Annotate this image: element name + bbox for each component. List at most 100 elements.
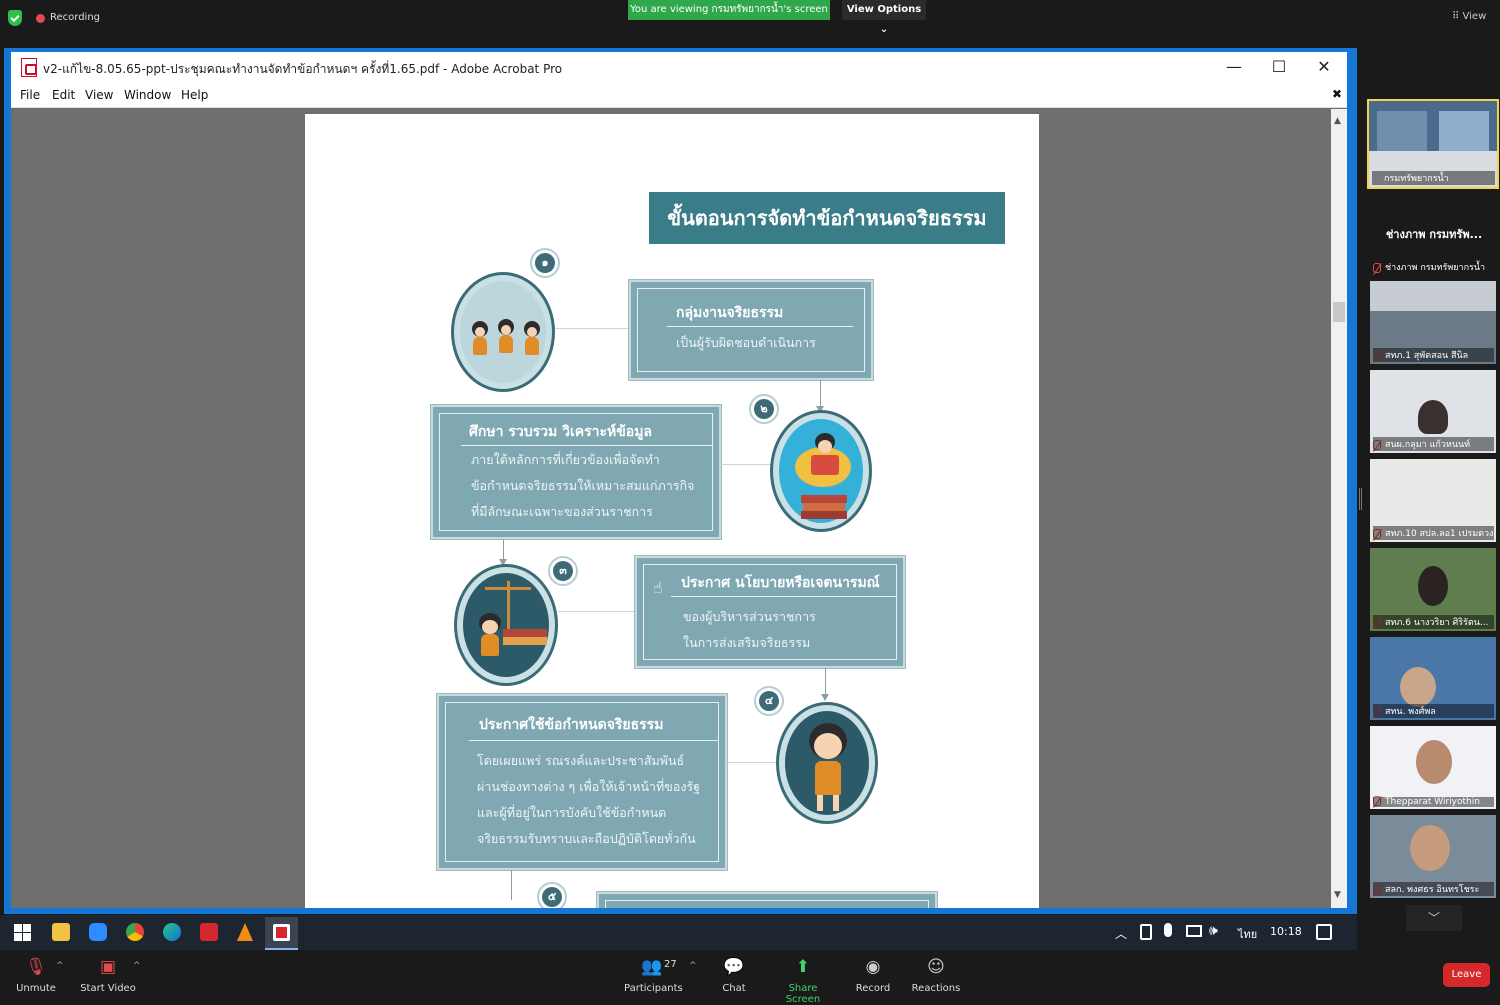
edge-icon[interactable] <box>163 923 181 941</box>
network-icon[interactable] <box>1186 925 1202 937</box>
chrome-icon[interactable] <box>126 923 144 941</box>
start-video-button[interactable]: ▣ Start Video <box>80 955 136 994</box>
unmute-label: Unmute <box>16 983 56 994</box>
step4-text-line: โดยเผยแพร่ รณรงค์และประชาสัมพันธ์ <box>477 753 685 768</box>
step1-number: ๑ <box>535 253 555 273</box>
participants-count: 27 <box>664 959 677 970</box>
step2-box: ศึกษา รวบรวม วิเคราะห์ข้อมูล ภายใต้หลักก… <box>431 405 721 539</box>
start-video-label: Start Video <box>80 983 136 994</box>
step2-text-line: ข้อกำหนดจริยธรรมให้เหมาะสมแก่ภารกิจ <box>471 478 695 493</box>
step1-illustration <box>451 272 555 392</box>
recording-label: Recording <box>50 12 101 23</box>
maximize-button[interactable]: ☐ <box>1256 52 1302 84</box>
minimize-button[interactable]: — <box>1211 52 1257 84</box>
chat-button[interactable]: 💬 Chat <box>718 955 750 994</box>
menu-window[interactable]: Window <box>124 88 171 102</box>
participant-tile[interactable]: สนผ.กลุมา แก้วหนนท์ <box>1370 370 1496 453</box>
step4-illustration <box>776 702 878 824</box>
grid-icon: ⠿ <box>1452 11 1463 22</box>
microphone-muted-icon: 🎙 <box>25 957 47 977</box>
scroll-down-arrow-icon[interactable]: ▼ <box>1334 890 1341 900</box>
connector-line <box>727 762 777 763</box>
reactions-button[interactable]: ☺ Reactions <box>910 955 962 994</box>
file-explorer-icon[interactable] <box>52 923 70 941</box>
vertical-scrollbar[interactable] <box>1331 109 1347 908</box>
video-options-caret-icon[interactable]: ^ <box>133 961 141 971</box>
active-speaker-tile[interactable]: กรมทรัพยากรน้ำ <box>1367 99 1499 189</box>
tray-chevron-up-icon[interactable]: ︿ <box>1115 925 1127 942</box>
acrobat-window: v2-แก้ไข-8.05.65-ppt-ประชุมคณะทำงานจัดทำ… <box>11 52 1347 908</box>
acrobat-pro-taskbar-button[interactable] <box>265 917 298 950</box>
participant-name: สทภ.10 สปล.ลอ1 เปรมตวง <box>1373 526 1494 540</box>
step2-text-line: ภายใต้หลักการที่เกี่ยวข้องเพื่อจัดทำ <box>471 452 660 467</box>
step2-illustration <box>770 410 872 532</box>
clock[interactable]: 10:18 <box>1270 925 1302 938</box>
acrobat-reader-icon[interactable] <box>200 923 218 941</box>
menu-file[interactable]: File <box>20 88 40 102</box>
close-window-button[interactable]: ✕ <box>1301 52 1347 84</box>
connector-line <box>555 328 629 329</box>
device-icon[interactable] <box>1140 924 1152 940</box>
connector-line <box>721 464 771 465</box>
resize-handle[interactable] <box>1359 488 1362 510</box>
view-layout-button[interactable]: ⠿ View <box>1452 11 1486 22</box>
windows-start-button[interactable] <box>14 924 31 941</box>
participant-tile[interactable]: สทภ.6 นางวริยา ศิริรัตน... <box>1370 548 1496 631</box>
scroll-thumb[interactable] <box>1333 302 1345 322</box>
step1-heading: กลุ่มงานจริยธรรม <box>676 305 784 321</box>
record-button[interactable]: ◉ Record <box>854 955 892 994</box>
reactions-smiley-icon: ☺ <box>927 957 945 977</box>
step5-box <box>597 892 937 908</box>
participant-name: สลก. พงศธร อินทรโชระ <box>1373 882 1494 896</box>
video-off-icon: ▣ <box>99 957 117 977</box>
share-screen-icon: ⬆ <box>795 957 811 977</box>
view-options-button[interactable]: View Options ⌄ <box>842 0 926 35</box>
participant-tile[interactable]: Thepparat Wiriyothin <box>1370 726 1496 809</box>
step3-heading: ประกาศ นโยบายหรือเจตนารมณ์ <box>681 575 880 591</box>
pdf-file-icon <box>21 58 37 77</box>
security-shield-icon[interactable] <box>8 10 22 26</box>
window-title: v2-แก้ไข-8.05.65-ppt-ประชุมคณะทำงานจัดทำ… <box>43 62 563 76</box>
step4-badge: ๔ <box>754 686 784 716</box>
step4-text-line: จริยธรรมรับทราบและถือปฏิบัติโดยทั่วกัน <box>477 831 696 846</box>
input-language[interactable]: ไทย <box>1238 925 1257 943</box>
record-icon: ◉ <box>865 957 881 977</box>
chat-icon: 💬 <box>723 957 745 977</box>
speaker-name-heading: ช่างภาพ กรมทรัพ... <box>1385 228 1483 241</box>
connector-arrow <box>503 539 504 561</box>
step1-box: กลุ่มงานจริยธรรม เป็นผู้รับผิดชอบดำเนินก… <box>629 280 873 380</box>
unmute-button[interactable]: 🎙 Unmute <box>12 955 60 994</box>
acrobat-title-bar: v2-แก้ไข-8.05.65-ppt-ประชุมคณะทำงานจัดทำ… <box>11 52 1347 84</box>
step3-text-line: ของผู้บริหารส่วนราชการ <box>683 609 816 624</box>
step3-box: ประกาศ นโยบายหรือเจตนารมณ์ ของผู้บริหารส… <box>635 556 905 668</box>
participant-name: สทภ.1 สุพัตสอน สีนิล <box>1373 348 1494 362</box>
vlc-icon[interactable] <box>237 923 253 941</box>
share-screen-button[interactable]: ⬆ Share Screen <box>772 955 834 1005</box>
participant-tile[interactable]: สทภ.10 สปล.ลอ1 เปรมตวง <box>1370 459 1496 542</box>
participant-tile[interactable]: สลก. พงศธร อินทรโชระ <box>1370 815 1496 898</box>
volume-icon[interactable]: 🕪 <box>1209 923 1218 939</box>
notification-icon[interactable] <box>1316 924 1332 940</box>
participant-tile[interactable]: ช่างภาพ กรมทรัพยากรน้ำ <box>1370 256 1496 276</box>
zoom-app-icon[interactable] <box>89 923 107 941</box>
step4-box: ประกาศใช้ข้อกำหนดจริยธรรม โดยเผยแพร่ รณร… <box>437 694 727 870</box>
close-icon: ✖ <box>1332 87 1343 101</box>
leave-meeting-button[interactable]: Leave <box>1443 963 1490 987</box>
participant-tile[interactable]: สทภ.1 สุพัตสอน สีนิล <box>1370 281 1496 364</box>
participant-tile[interactable]: สทน. พงศ์พล <box>1370 637 1496 720</box>
audio-options-caret-icon[interactable]: ^ <box>56 961 64 971</box>
chat-label: Chat <box>722 983 746 994</box>
participants-caret-icon[interactable]: ^ <box>689 961 697 971</box>
menu-view[interactable]: View <box>85 88 113 102</box>
record-label: Record <box>855 983 891 994</box>
scroll-participants-down-button[interactable]: ﹀ <box>1406 905 1462 931</box>
menu-edit[interactable]: Edit <box>52 88 75 102</box>
step2-heading: ศึกษา รวบรวม วิเคราะห์ข้อมูล <box>469 424 653 440</box>
menu-help[interactable]: Help <box>181 88 208 102</box>
step3-illustration <box>454 564 558 686</box>
scroll-up-arrow-icon[interactable]: ▲ <box>1334 116 1341 126</box>
connector-arrow <box>511 870 512 900</box>
microphone-icon[interactable] <box>1164 923 1172 937</box>
close-document-button[interactable]: ✖ <box>1332 87 1342 101</box>
participant-name: ช่างภาพ กรมทรัพยากรน้ำ <box>1385 263 1486 273</box>
